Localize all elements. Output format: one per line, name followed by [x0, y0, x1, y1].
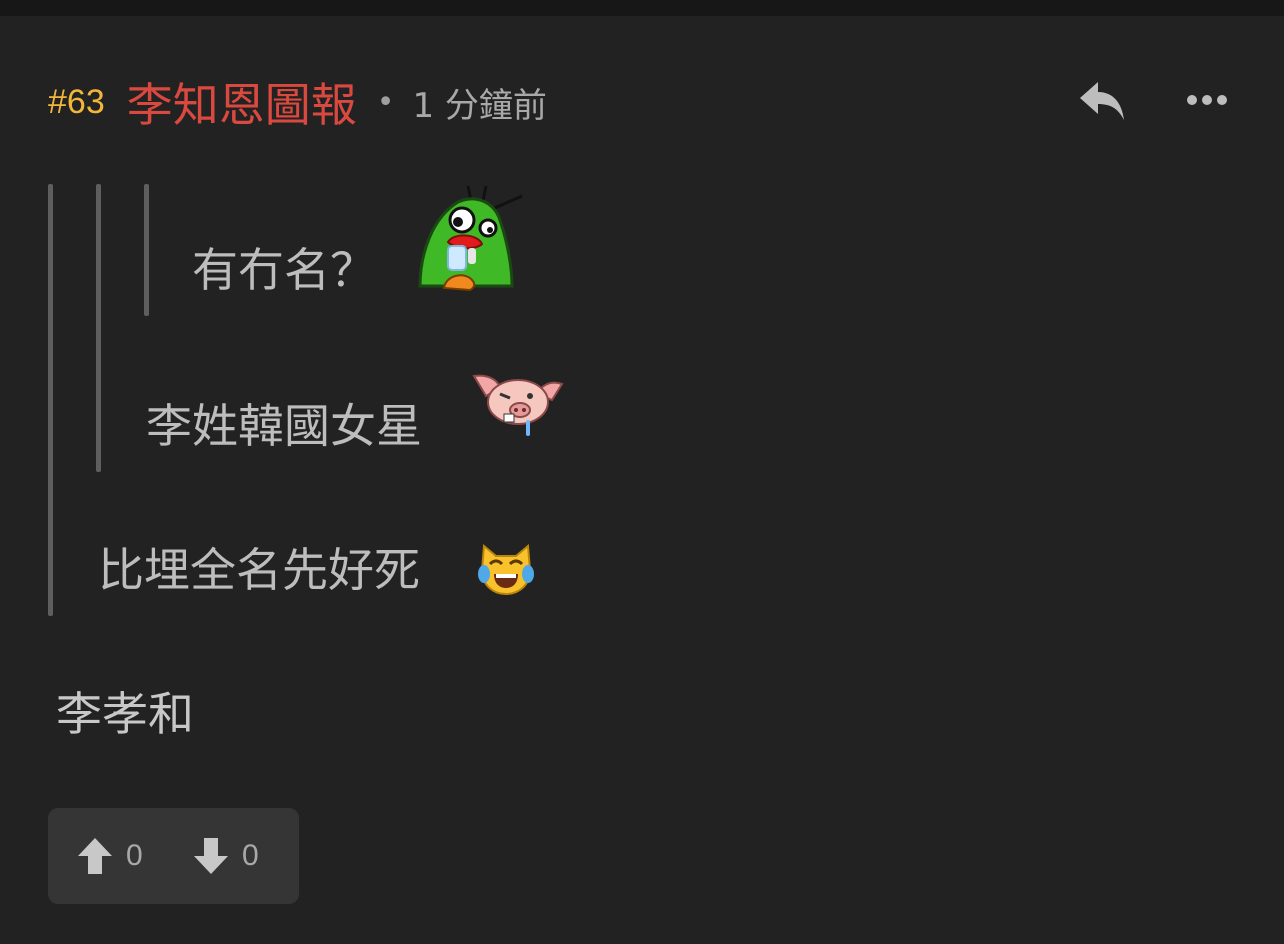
separator-dot: •: [376, 84, 395, 120]
vote-box: 0 0: [48, 808, 299, 904]
more-options-button[interactable]: [1186, 90, 1228, 110]
arrow-up-icon: [78, 838, 112, 874]
reply-button[interactable]: [1076, 78, 1128, 122]
author-name[interactable]: 李知恩圖報: [127, 69, 357, 135]
reply-text: 李孝和: [56, 687, 194, 741]
downvote-button[interactable]: 0: [194, 838, 259, 874]
pig-sticker: [472, 374, 564, 436]
post-header: #63 李知恩圖報 • 1 分鐘前: [48, 72, 547, 132]
post-number[interactable]: #63: [48, 83, 105, 122]
quote-text-level-2: 李姓韓國女星: [146, 399, 422, 453]
quote-bar-level-3: [144, 184, 149, 316]
green-parrot-sticker: [418, 185, 523, 292]
quote-bar-level-2: [96, 184, 101, 472]
quote-text-level-3: 有冇名？: [192, 243, 376, 297]
more-options-icon: [1187, 95, 1227, 105]
downvote-count: 0: [242, 839, 259, 872]
arrow-down-icon: [194, 838, 228, 874]
top-bar: [0, 0, 1284, 16]
post-time: 1 分鐘前: [412, 85, 547, 126]
quote-text-level-1: 比埋全名先好死: [98, 543, 420, 597]
upvote-button[interactable]: 0: [78, 838, 143, 874]
quote-bar-level-1: [48, 184, 53, 616]
upvote-count: 0: [126, 839, 143, 872]
reply-icon: [1080, 82, 1124, 120]
cat-tears-of-joy-emoji: [478, 544, 534, 596]
